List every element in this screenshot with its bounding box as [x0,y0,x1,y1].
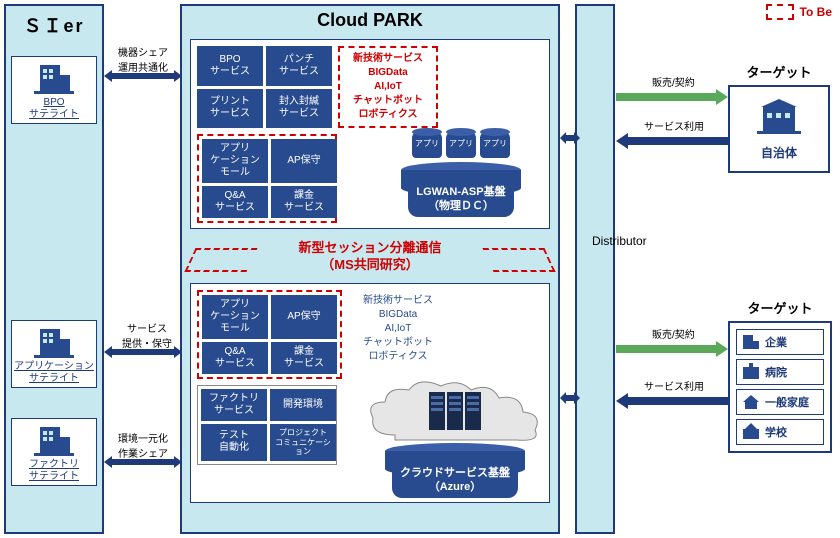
target-item-label: 学校 [765,424,787,440]
db-icon: アプリ [480,132,510,158]
upper-grid1: BPO サービス パンチ サービス プリント サービス 封入封緘 サービス [197,46,332,128]
tech-line: チャットボット [344,94,432,108]
lower-platform: クラウドサービス基盤 （Azure） [365,380,545,498]
target-box: 企業 病院 一般家庭 学校 [728,321,832,453]
target-item: 一般家庭 [736,389,824,415]
column-distributor [575,4,615,534]
db-icon: アプリ [446,132,476,158]
distributor-label: Distributor [592,234,647,248]
panel-lower: アプリ ケーション モール AP保守 Q&A サービス 課金 サービス 新技術サ… [190,283,550,503]
gov-building-icon [757,97,801,135]
lower-grid2: ファクトリ サービス 開発環境 テスト 自動化 プロジェクト コミュニケーション [197,385,337,465]
company-icon [741,333,761,351]
tech-title: 新技術サービス [344,52,432,66]
arrow-use-lower [616,392,728,412]
db-icon: アプリ [412,132,442,158]
svc-box: 課金 サービス [271,186,337,218]
target-title: ターゲット [728,298,832,317]
satellite-factory: ファクトリ サテライト [11,418,97,486]
session-label: 新型セッション分離通信 （MS共同研究） [298,240,441,272]
svc-box: 封入封緘 サービス [266,89,332,129]
arrow-use-upper [616,132,728,152]
satellite-label: BPO サテライト [14,97,94,121]
tech-line: BIGData [344,66,432,80]
target-title: ターゲット [728,62,830,81]
upper-platform: アプリ アプリ アプリ LGWAN-ASP基盤 （物理ＤＣ） [381,132,541,217]
building-icon [34,325,74,359]
building-icon [34,61,74,95]
target-lower: ターゲット 企業 病院 一般家庭 学校 [728,298,832,453]
legend-tobe: To Be [766,4,832,20]
satellite-label: ファクトリ サテライト [14,459,94,483]
arrow-label-use-upper: サービス利用 [644,118,704,133]
platform-label: クラウドサービス基盤 （Azure） [392,462,518,499]
home-icon [741,393,761,411]
svc-box: プリント サービス [197,89,263,129]
svc-box: 課金 サービス [271,342,337,374]
school-icon [741,423,761,441]
target-item-label: 病院 [765,364,787,380]
target-item-label: 一般家庭 [765,394,809,410]
arrow-label-sell-upper: 販売/契約 [652,74,695,89]
tech-line: BIGData [352,308,444,322]
satellite-label: アプリケーション サテライト [14,361,94,385]
arrow-label-factory: 環境一元化 作業シェア [118,430,168,460]
svc-box: パンチ サービス [266,46,332,86]
panel-upper: BPO サービス パンチ サービス プリント サービス 封入封緘 サービス 新技… [190,39,550,229]
arrow-sell-lower [616,340,728,360]
tech-title: 新技術サービス [352,294,444,308]
building-icon [34,423,74,457]
upper-grid2-wrap: アプリ ケーション モール AP保守 Q&A サービス 課金 サービス [197,134,337,223]
svc-box: BPO サービス [197,46,263,86]
satellite-bpo: BPO サテライト [11,56,97,124]
arrow-label-app: サービス 提供・保守 [122,320,172,350]
upper-tech-box: 新技術サービス BIGData AI,IoT チャットボット ロボティクス [338,46,438,128]
tech-line: ロボティクス [344,108,432,122]
target-upper: ターゲット 自治体 [728,62,830,173]
svc-box: Q&A サービス [202,186,268,218]
svc-box: 開発環境 [270,389,336,421]
cloud-title: Cloud PARK [182,6,558,35]
tech-line: ロボティクス [352,350,444,364]
svc-box: AP保守 [271,295,337,339]
sier-title: ＳＩer [6,6,102,44]
hospital-icon [741,363,761,381]
svc-box: AP保守 [271,139,337,183]
session-band: 新型セッション分離通信 （MS共同研究） [200,240,540,274]
svc-box: アプリ ケーション モール [202,295,268,339]
column-sier: ＳＩer BPO サテライト アプリケーション サテライト ファクトリ サテライ… [4,4,104,534]
svc-box: テスト 自動化 [201,424,267,461]
target-item-label: 企業 [765,334,787,350]
target-box: 自治体 [728,85,830,173]
arrow-cloud-dist-lower [560,390,580,414]
arrow-label-use-lower: サービス利用 [644,378,704,393]
platform-label: LGWAN-ASP基盤 （物理ＤＣ） [408,181,513,218]
tobe-label: To Be [800,5,832,19]
arrow-label-sell-lower: 販売/契約 [652,326,695,341]
tech-line: チャットボット [352,336,444,350]
target-item: 病院 [736,359,824,385]
arrow-cloud-dist-upper [560,130,580,154]
lower-tech-box: 新技術サービス BIGData AI,IoT チャットボット ロボティクス [348,290,448,379]
svc-box: アプリ ケーション モール [202,139,268,183]
arrow-sell-upper [616,88,728,108]
tech-line: AI,IoT [352,322,444,336]
target-item-label: 自治体 [736,144,822,161]
svc-box: プロジェクト コミュニケーション [270,424,336,461]
target-item: 企業 [736,329,824,355]
lower-grid1: アプリ ケーション モール AP保守 Q&A サービス 課金 サービス [197,290,342,379]
server-rack-icon [425,388,485,434]
target-item: 学校 [736,419,824,445]
tobe-swatch [766,4,794,20]
svc-box: Q&A サービス [202,342,268,374]
satellite-app: アプリケーション サテライト [11,320,97,388]
svc-box: ファクトリ サービス [201,389,267,421]
arrow-label-bpo: 機器シェア 運用共通化 [118,44,168,74]
tech-line: AI,IoT [344,80,432,94]
